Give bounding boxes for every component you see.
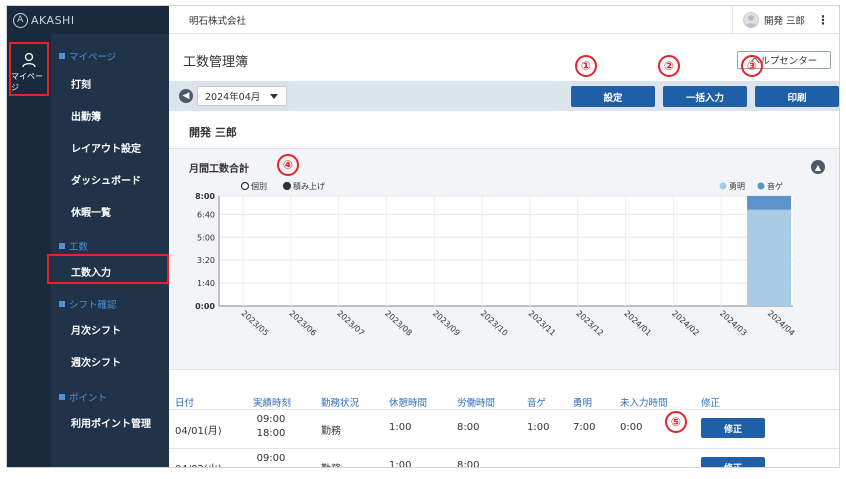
col-header-work: 労働時間: [457, 398, 496, 409]
mode-radio-icon: [240, 181, 250, 191]
chart-bars: [747, 196, 792, 306]
row-work: 8:00: [457, 422, 480, 433]
x-tick-label: 2023/11: [527, 309, 558, 338]
legend-swatch: [719, 182, 727, 190]
x-tick-label: 2024/02: [670, 309, 701, 338]
col-header-break: 休憩時間: [389, 398, 428, 409]
row-start-time: 09:00: [256, 453, 286, 464]
x-tick-label: 2023/06: [287, 309, 318, 338]
row-status: 勤務: [321, 460, 341, 467]
app-window: A AKASHI マイページ マイページ 打刻 出勤簿 レイアウト設定 ダッシュ…: [6, 5, 840, 468]
row-col-a: 1:00: [527, 422, 550, 433]
legend-swatch: [757, 182, 765, 190]
row-break: 1:00: [389, 422, 412, 433]
plot-area: [219, 196, 793, 306]
x-tick-label: 2024/03: [718, 309, 749, 338]
row-date: 04/01(月): [175, 426, 222, 437]
x-tick-label: 2023/09: [431, 309, 462, 338]
x-tick-label: 2024/04: [766, 309, 797, 338]
bar-音ゲ: [747, 196, 792, 210]
fix-button[interactable]: 修正: [701, 418, 765, 438]
legend-label: 勇明: [729, 182, 745, 191]
x-tick-label: 2023/08: [383, 309, 414, 338]
col-header-col-b: 勇明: [573, 398, 593, 409]
row-status: 勤務: [321, 426, 341, 437]
annotation-marker-5: ⑤: [665, 411, 687, 433]
fix-button[interactable]: 修正: [701, 457, 765, 467]
row-end-time: 18:00: [256, 428, 286, 439]
col-header-date: 日付: [175, 398, 195, 409]
col-header-status: 勤務状況: [321, 398, 360, 409]
col-header-unentered: 未入力時間: [620, 398, 668, 409]
legend-label: 音ゲ: [767, 181, 783, 191]
x-tick-label: 2023/07: [335, 309, 366, 338]
y-tick-label: 5:00: [197, 233, 215, 242]
col-header-actual-time: 実績時刻: [253, 398, 292, 409]
mode-option-label: 積み上げ: [293, 181, 325, 191]
y-tick-label: 8:00: [195, 192, 215, 201]
x-tick-label: 2023/10: [479, 309, 510, 338]
y-tick-label: 0:00: [195, 302, 215, 311]
chart-grid: [218, 195, 793, 307]
y-tick-label: 3:20: [197, 256, 215, 265]
mode-radio-icon: [282, 181, 292, 191]
x-tick-label: 2023/12: [574, 309, 605, 338]
row-divider: [169, 448, 839, 449]
x-tick-label: 2024/01: [622, 309, 653, 338]
col-header-col-a: 音ゲ: [527, 398, 547, 409]
row-work: 8:00: [457, 460, 480, 468]
bar-勇明: [747, 209, 792, 306]
col-header-fix: 修正: [701, 398, 721, 409]
row-unentered: 0:00: [620, 422, 643, 433]
row-start-time: 09:00: [256, 414, 286, 425]
mode-option-label: 個別: [251, 181, 267, 191]
row-divider: [169, 409, 839, 410]
y-tick-label: 6:40: [197, 210, 215, 219]
row-date: 04/02(火): [175, 460, 222, 467]
y-tick-label: 1:40: [197, 279, 215, 288]
row-col-b: 7:00: [573, 422, 596, 433]
row-break: 1:00: [389, 460, 412, 468]
x-tick-label: 2023/05: [240, 309, 271, 338]
